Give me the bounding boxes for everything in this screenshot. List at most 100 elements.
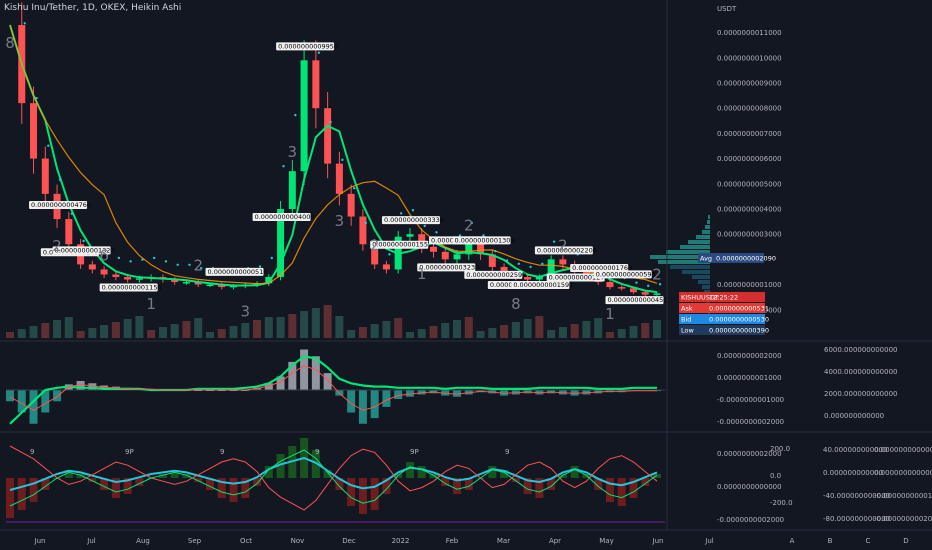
volume-bar bbox=[417, 329, 426, 338]
volume-bar bbox=[253, 320, 262, 338]
scale-button[interactable]: D bbox=[903, 537, 908, 545]
wave-label: 1 bbox=[146, 295, 156, 313]
scale-button[interactable]: A bbox=[790, 537, 795, 545]
macd-right-tick: 6000.000000000000 bbox=[824, 346, 897, 354]
volume-bar bbox=[653, 320, 661, 338]
price-marker-text: 0.0000000000598 bbox=[596, 270, 656, 278]
scale-button[interactable]: B bbox=[828, 537, 833, 545]
price-marker: 0.0000000009950 bbox=[276, 42, 338, 51]
volume-bar bbox=[617, 329, 626, 338]
volume-profile-bar bbox=[708, 215, 710, 219]
macd-right-tick: 2000.000000000000 bbox=[824, 390, 897, 398]
volume-bar bbox=[535, 316, 544, 338]
volume-bar bbox=[629, 326, 638, 338]
volume-bar bbox=[41, 323, 50, 338]
candle-body bbox=[347, 193, 355, 217]
price-tick-label: 0.0000000005000 bbox=[717, 180, 782, 188]
volume-bar bbox=[370, 324, 379, 338]
price-marker: 0.0000000004000 bbox=[252, 212, 315, 221]
price-marker: 0.0000000001555 bbox=[370, 240, 432, 249]
price-tick-label: 0.0000000006000 bbox=[717, 155, 782, 163]
trailing-stop-dot bbox=[494, 249, 497, 253]
volume-bar bbox=[476, 331, 485, 338]
candle-body bbox=[359, 216, 367, 245]
price-marker-text: 0.0000000000450 bbox=[607, 296, 667, 304]
volume-bar bbox=[547, 330, 556, 338]
volume-bar bbox=[323, 305, 332, 338]
trailing-stop-dot bbox=[552, 240, 556, 243]
x-tick-label: Oct bbox=[240, 537, 252, 545]
wave-label: 2 bbox=[558, 236, 568, 254]
volume-bar bbox=[582, 321, 591, 338]
osc-hist-bar bbox=[617, 478, 626, 506]
wave-label: 6 bbox=[99, 246, 109, 264]
volume-bar bbox=[288, 314, 297, 338]
price-marker: 0.0000000002599 bbox=[464, 270, 526, 279]
x-tick-label: Jun bbox=[34, 537, 46, 545]
volume-bar bbox=[523, 319, 532, 338]
osc-signal-label: 9 bbox=[315, 448, 319, 456]
volume-bar bbox=[64, 317, 73, 338]
osc-mid-tick: 0.0 bbox=[770, 472, 781, 480]
macd-hist-bar bbox=[394, 390, 403, 399]
candle-body bbox=[300, 60, 308, 172]
price-tick-label: 0.0000000001000 bbox=[717, 281, 782, 289]
x-tick-label: Mar bbox=[497, 537, 510, 545]
osc-signal-label: 9P bbox=[410, 448, 419, 456]
price-marker-text: 0.0000000001555 bbox=[372, 241, 432, 249]
osc-hist-bar bbox=[6, 478, 14, 518]
candle-body bbox=[30, 103, 38, 159]
trailing-stop-dot bbox=[164, 260, 168, 263]
macd-left-tick: 0.0000000002000 bbox=[717, 352, 782, 360]
trailing-stop-dot bbox=[435, 231, 438, 234]
price-marker: 0.0000000003330 bbox=[381, 216, 444, 225]
price-tag: Bid 0.0000000000530 bbox=[679, 314, 769, 324]
price-tag-label: Ask bbox=[681, 305, 693, 313]
candle-body bbox=[41, 158, 49, 194]
osc-hist-bar bbox=[417, 466, 426, 478]
trailing-stop-dot bbox=[411, 209, 415, 212]
price-tick-label: 0.0000000003000 bbox=[717, 231, 782, 239]
price-tag: Low 0.0000000000390 bbox=[679, 325, 769, 335]
price-marker: 0.0000000000510 bbox=[205, 267, 267, 276]
chart-title: Kishu Inu/Tether, 1D, OKEX, Heikin Ashi bbox=[4, 3, 182, 13]
price-tick-label: 0.0000000007000 bbox=[717, 130, 782, 138]
volume-bar bbox=[464, 317, 473, 338]
y-axis-label: USDT bbox=[717, 5, 737, 13]
price-marker-text: 0.0000000001592 bbox=[513, 281, 573, 289]
trailing-stop-dot bbox=[635, 281, 638, 284]
candle-body bbox=[653, 293, 661, 295]
volume-bar bbox=[453, 320, 462, 338]
candle-body bbox=[124, 277, 132, 280]
osc-signal-label: 9 bbox=[30, 448, 34, 456]
trailing-stop-dot bbox=[317, 51, 321, 54]
volume-bar bbox=[158, 327, 167, 338]
price-tag: Avg 0.0000000002090 bbox=[698, 253, 776, 263]
trailing-stop-dot bbox=[282, 164, 285, 168]
candle-body bbox=[406, 234, 414, 237]
x-tick-label: Aug bbox=[136, 537, 150, 545]
candle-body bbox=[100, 269, 108, 275]
volume-profile-bar bbox=[705, 225, 710, 229]
price-tag-value: 0.0000000000530 bbox=[709, 316, 769, 324]
trailing-stop-dot bbox=[176, 263, 179, 266]
osc-signal-label: 9P bbox=[125, 448, 134, 456]
macd-left-tick: -0.0000000002000 bbox=[717, 418, 784, 426]
volume-profile-bar bbox=[702, 230, 710, 234]
trailing-stop-dot bbox=[364, 221, 368, 225]
scale-button[interactable]: C bbox=[866, 537, 871, 545]
candle-body bbox=[288, 171, 296, 209]
volume-bar bbox=[88, 328, 97, 338]
price-marker: 0.0000000000598 bbox=[593, 270, 656, 279]
osc-mid-tick: -200.0 bbox=[770, 499, 793, 507]
wave-label: 2 bbox=[193, 257, 203, 275]
candle-body bbox=[618, 287, 626, 289]
candle-body bbox=[182, 282, 190, 284]
price-tag: Ask 0.0000000000531 bbox=[679, 303, 769, 313]
price-tag-value: 0.0000000000390 bbox=[709, 327, 769, 335]
wave-label: 2 bbox=[370, 236, 380, 254]
macd-hist-bar bbox=[6, 390, 14, 402]
macd-left-tick: -0.0000000001000 bbox=[717, 396, 784, 404]
trailing-stop-dot bbox=[188, 263, 191, 266]
wave-label: 3 bbox=[240, 303, 250, 321]
